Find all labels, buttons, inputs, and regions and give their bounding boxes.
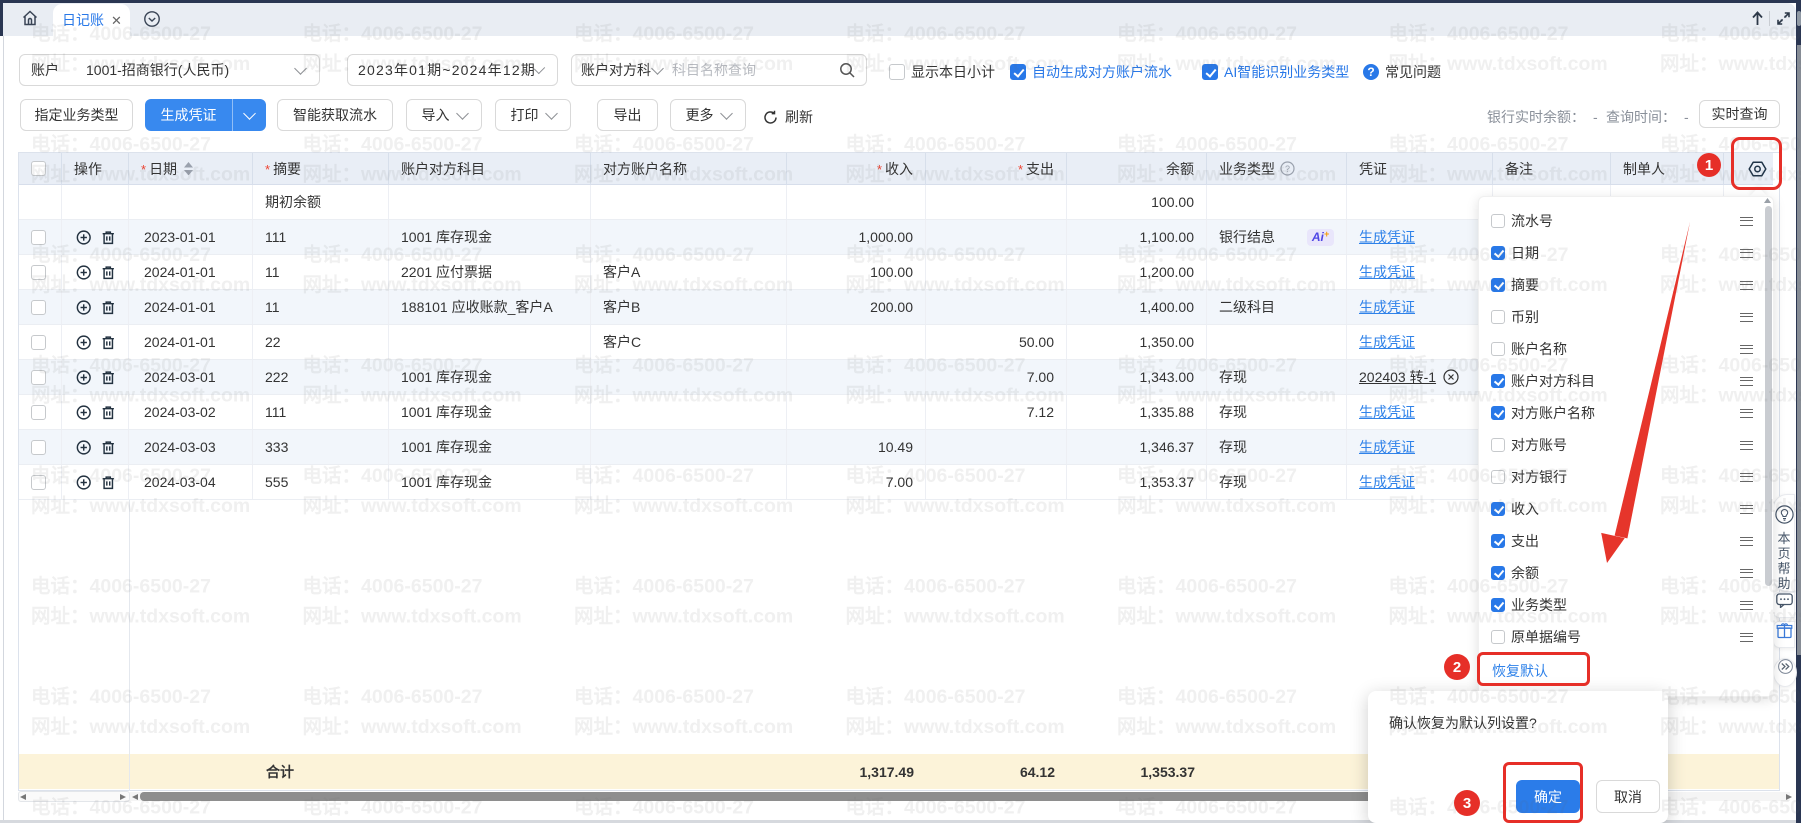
svg-text:?: ? — [1285, 164, 1290, 174]
